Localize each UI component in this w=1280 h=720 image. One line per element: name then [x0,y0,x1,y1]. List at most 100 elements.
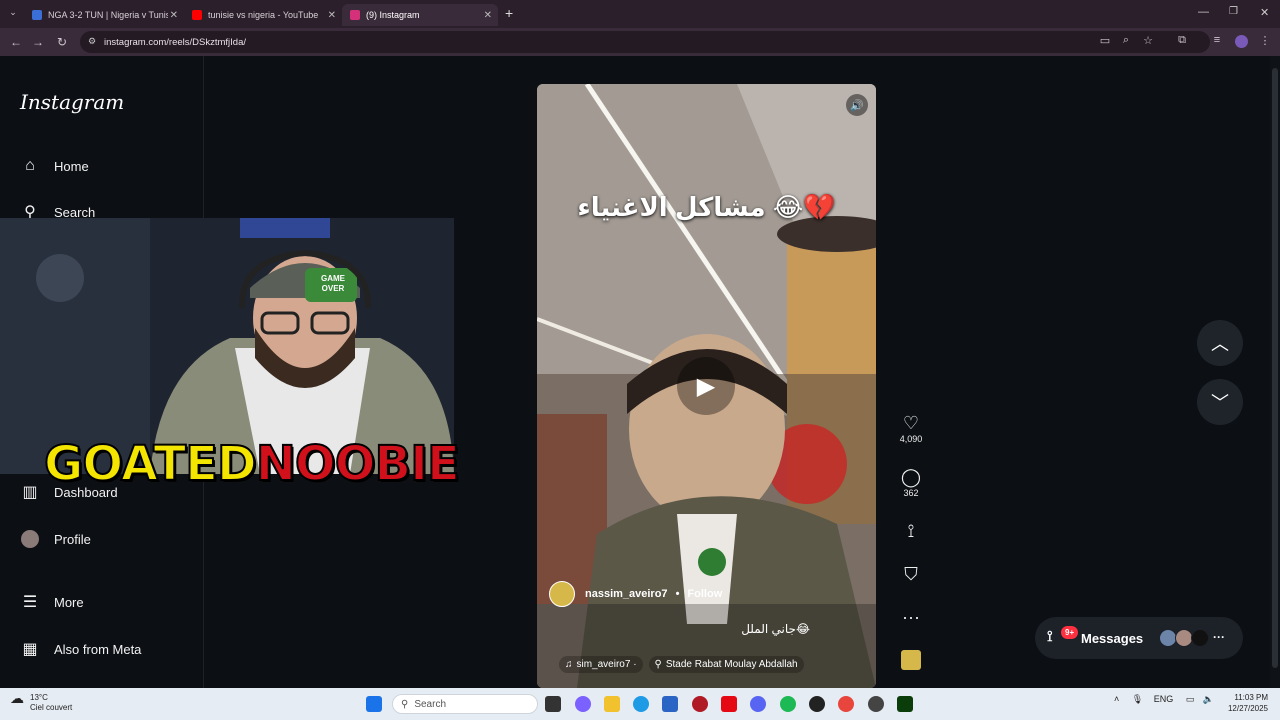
weather-icon: ☁ [10,690,24,706]
network-icon[interactable]: ▭ [1186,694,1195,704]
tab-title: tunisie vs nigeria - YouTube [208,10,319,20]
weather-widget[interactable]: ☁ 13°C Ciel couvert [10,690,72,713]
copilot-icon[interactable] [575,696,591,712]
close-window-icon[interactable]: ✕ [1260,6,1269,19]
address-bar[interactable]: ⚙ instagram.com/reels/DSkztmfjIda/ [80,31,1210,53]
app-icon[interactable] [809,696,825,712]
brand-part-2: NOOBIE [255,435,461,493]
terminal-icon[interactable] [897,696,913,712]
previous-reel-button[interactable]: ︿ [1197,320,1243,366]
time: 11:03 PM [1234,693,1268,702]
site-info-icon[interactable]: ⚙ [88,36,96,47]
like-action[interactable]: ♡ 4,090 [896,412,926,444]
system-tray: ˄ 🎙 ENG ▭ 🔈 [1114,694,1214,705]
dashboard-icon: ▥ [22,484,38,501]
audio-thumbnail[interactable] [901,650,921,670]
tab-list-button[interactable]: ⌄ [6,7,20,21]
close-icon[interactable]: ✕ [328,10,336,21]
sidebar-item-label: Home [54,158,89,174]
reel-caption[interactable]: جاني الملل😂 [741,622,810,636]
spotify-icon[interactable] [780,696,796,712]
author-avatar[interactable] [549,581,575,607]
extensions-icon[interactable]: ⧉ [1175,34,1189,47]
file-explorer-icon[interactable] [604,696,620,712]
tab-favicon [32,10,42,20]
bookmark-star-icon[interactable]: ☆ [1141,34,1155,47]
tab-title: (9) Instagram [366,10,420,20]
like-count: 4,090 [899,434,923,444]
save-icon[interactable]: ⛉ [896,563,926,585]
store-icon[interactable] [662,696,678,712]
sidebar-item-more[interactable]: ☰ More [20,592,84,612]
search-icon: ⚲ [401,698,409,710]
heart-icon: ♡ [902,413,920,433]
reload-icon[interactable]: ↻ [54,34,70,50]
tab-1[interactable]: NGA 3-2 TUN | Nigeria v Tunisi ✕ [24,4,184,26]
netflix-icon[interactable] [721,696,737,712]
clock[interactable]: 11:03 PM 12/27/2025 [1222,692,1268,714]
app-icon[interactable] [868,696,884,712]
tab-2[interactable]: tunisie vs nigeria - YouTube ✕ [184,4,342,26]
install-app-icon[interactable]: ▭ [1098,34,1112,47]
author-username[interactable]: nassim_aveiro7 [585,588,668,600]
sidebar-item-label: Profile [54,531,91,547]
sidebar-item-home[interactable]: ⌂ Home [20,156,89,176]
follow-button[interactable]: Follow [687,588,722,600]
scrollbar[interactable] [1270,56,1280,688]
audio-pill[interactable]: ♫ sim_aveiro7 · [559,656,643,673]
volume-icon[interactable]: 🔊 [846,94,868,116]
close-icon[interactable]: ✕ [484,10,492,21]
youtube-icon [192,10,202,20]
messages-button[interactable]: ⟟ 9+ Messages ··· [1035,617,1243,659]
reading-list-icon[interactable]: ≡ [1210,34,1224,46]
tab-3[interactable]: (9) Instagram ✕ [342,4,498,26]
messages-label: Messages [1081,630,1144,646]
sidebar-item-label: Also from Meta [54,641,142,657]
forward-icon[interactable]: → [30,34,46,50]
minimize-icon[interactable]: — [1198,6,1209,18]
scrollbar-thumb[interactable] [1272,68,1278,668]
next-reel-button[interactable]: ﹀ [1197,379,1243,425]
windows-taskbar: ☁ 13°C Ciel couvert ⚲ Search ˄ 🎙 ENG ▭ 🔈… [0,688,1280,720]
music-note-icon: ♫ [565,659,573,670]
app-icon[interactable] [692,696,708,712]
profile-avatar[interactable] [1235,35,1248,48]
sidebar-item-profile[interactable]: Profile [20,529,91,549]
more-icon[interactable]: ··· [1213,630,1225,644]
comment-action[interactable]: ◯ 362 [896,466,926,498]
new-tab-button[interactable]: + [505,5,513,21]
share-icon[interactable]: ⟟ [896,520,926,542]
location-pill[interactable]: ⚲ Stade Rabat Moulay Abdallah [648,656,804,673]
home-icon: ⌂ [25,157,35,174]
discord-icon[interactable] [750,696,766,712]
browser-menu-icon[interactable]: ⋮ [1258,34,1272,47]
volume-icon[interactable]: 🔈 [1203,694,1214,704]
taskbar-search[interactable]: ⚲ Search [392,694,538,714]
reel-top-caption: مشاكل الاغنياء 😂💔 [577,192,836,222]
back-icon[interactable]: ← [8,34,24,50]
tab-title: NGA 3-2 TUN | Nigeria v Tunisi [48,10,168,20]
date: 12/27/2025 [1227,704,1268,713]
microphone-icon[interactable]: 🎙 [1132,694,1143,704]
edge-icon[interactable] [633,696,649,712]
instagram-logo[interactable]: Instagram [20,90,124,114]
chevron-up-icon[interactable]: ˄ [1114,694,1119,704]
play-icon[interactable]: ▶ [677,357,735,415]
sidebar-item-also-from-meta[interactable]: ▦ Also from Meta [20,639,141,659]
menu-icon: ☰ [22,594,38,611]
language-indicator[interactable]: ENG [1154,694,1174,704]
close-icon[interactable]: ✕ [170,10,178,21]
avatar [20,529,40,549]
comment-icon: ◯ [900,467,922,487]
cap-text: GAME OVER [321,274,345,293]
task-view-icon[interactable] [545,696,561,712]
windows-start-icon[interactable] [366,696,382,712]
chrome-icon[interactable] [838,696,854,712]
brand-part-1: GOATED [43,435,258,493]
reel-meta: ♫ sim_aveiro7 · ⚲ Stade Rabat Moulay Abdal… [559,656,804,673]
maximize-icon[interactable]: ❐ [1229,6,1238,17]
more-options-icon[interactable]: ··· [896,606,926,628]
reel-video[interactable]: مشاكل الاغنياء 😂💔 🔊 ▶ nassim_aveiro7 • F… [537,84,876,688]
instagram-icon [350,10,360,20]
zoom-icon[interactable]: ⌕ [1119,34,1133,47]
